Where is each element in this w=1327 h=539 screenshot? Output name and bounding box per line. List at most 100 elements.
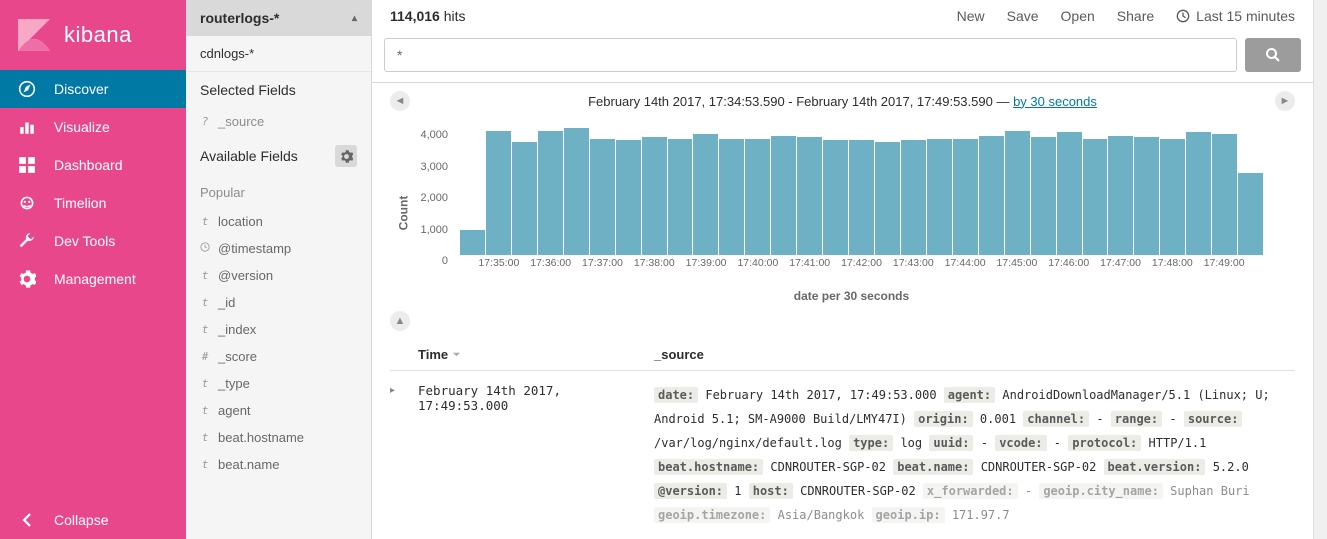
y-tick: 3,000 bbox=[418, 161, 454, 173]
y-tick: 4,000 bbox=[418, 129, 454, 141]
field--timestamp[interactable]: @timestamp bbox=[186, 235, 371, 262]
x-tick: 17:40:00 bbox=[737, 257, 778, 269]
histogram-bar[interactable] bbox=[693, 134, 718, 255]
histogram-bar[interactable] bbox=[1134, 137, 1159, 255]
field-_type[interactable]: t_type bbox=[186, 370, 371, 397]
nav-item-dashboard[interactable]: Dashboard bbox=[0, 146, 186, 184]
index-pattern-label: routerlogs-* bbox=[200, 10, 279, 26]
field-_score[interactable]: #_score bbox=[186, 343, 371, 370]
nav-item-discover[interactable]: Discover bbox=[0, 70, 186, 108]
field-_source[interactable]: ?_source bbox=[186, 108, 371, 135]
index-pattern-select[interactable]: routerlogs-* ▴ bbox=[186, 0, 371, 36]
nav-item-timelion[interactable]: Timelion bbox=[0, 184, 186, 222]
interval-link[interactable]: by 30 seconds bbox=[1013, 94, 1097, 109]
x-tick: 17:49:00 bbox=[1204, 257, 1245, 269]
y-axis-label: Count bbox=[396, 196, 410, 231]
histogram-bar[interactable] bbox=[771, 136, 796, 255]
table-row: ▸February 14th 2017, 17:49:53.000date: F… bbox=[390, 371, 1295, 539]
collapse-label: Collapse bbox=[54, 512, 108, 528]
open-button[interactable]: Open bbox=[1061, 8, 1095, 24]
wrench-icon bbox=[18, 232, 36, 250]
new-button[interactable]: New bbox=[957, 8, 985, 24]
histogram-bar[interactable] bbox=[1160, 139, 1185, 255]
histogram-bar[interactable] bbox=[901, 140, 926, 255]
histogram-bar[interactable] bbox=[590, 139, 615, 255]
gear-icon bbox=[340, 150, 353, 163]
nav-item-dev-tools[interactable]: Dev Tools bbox=[0, 222, 186, 260]
histogram-bar[interactable] bbox=[849, 140, 874, 255]
histogram-bar[interactable] bbox=[745, 139, 770, 255]
page-prev[interactable]: ◄ bbox=[390, 91, 410, 111]
field-_index[interactable]: t_index bbox=[186, 316, 371, 343]
histogram-bar[interactable] bbox=[486, 131, 511, 255]
compass-icon bbox=[18, 80, 36, 98]
hits-count: 114,016 hits bbox=[390, 8, 466, 24]
x-tick: 17:43:00 bbox=[893, 257, 934, 269]
histogram-bar[interactable] bbox=[875, 142, 900, 255]
x-tick: 17:48:00 bbox=[1152, 257, 1193, 269]
histogram-wrap: Count 0 1,000 2,000 3,000 4,000 17:35:00 17:3… bbox=[372, 119, 1313, 307]
histogram-bar[interactable] bbox=[979, 136, 1004, 255]
y-tick: 0 bbox=[418, 255, 454, 267]
histogram-bar[interactable] bbox=[797, 137, 822, 255]
field-_id[interactable]: t_id bbox=[186, 289, 371, 316]
histogram-bar[interactable] bbox=[1057, 132, 1082, 255]
y-tick: 2,000 bbox=[418, 192, 454, 204]
histogram-bar[interactable] bbox=[538, 131, 563, 255]
histogram-bar[interactable] bbox=[1186, 132, 1211, 255]
search-button[interactable] bbox=[1245, 38, 1301, 72]
timelion-icon bbox=[18, 194, 36, 212]
barchart-icon bbox=[18, 118, 36, 136]
histogram-chart[interactable]: 01,0002,0003,0004,000 17:35:0017:36:0017… bbox=[418, 119, 1285, 269]
histogram-bar[interactable] bbox=[719, 139, 744, 255]
topbar: 114,016 hits New Save Open Share Last 15 mi… bbox=[372, 0, 1313, 32]
field-beat-name[interactable]: tbeat.name bbox=[186, 451, 371, 478]
column-time[interactable]: Time bbox=[418, 347, 654, 362]
x-tick: 17:47:00 bbox=[1100, 257, 1141, 269]
histogram-bar[interactable] bbox=[953, 139, 978, 255]
scrollbar[interactable] bbox=[1313, 0, 1327, 539]
nav-item-visualize[interactable]: Visualize bbox=[0, 108, 186, 146]
field-location[interactable]: tlocation bbox=[186, 208, 371, 235]
histogram-bar[interactable] bbox=[642, 137, 667, 255]
histogram-bar[interactable] bbox=[823, 140, 848, 255]
search-bar bbox=[372, 32, 1313, 83]
histogram-bar[interactable] bbox=[1083, 139, 1108, 255]
histogram-bar[interactable] bbox=[564, 128, 589, 255]
logo[interactable]: kibana bbox=[0, 0, 186, 70]
histogram-bar[interactable] bbox=[1005, 131, 1030, 255]
histogram-bar[interactable] bbox=[1238, 173, 1263, 255]
sort-desc-icon bbox=[452, 350, 461, 359]
save-button[interactable]: Save bbox=[1007, 8, 1039, 24]
expand-row[interactable]: ▸ bbox=[390, 383, 418, 527]
field-agent[interactable]: tagent bbox=[186, 397, 371, 424]
share-button[interactable]: Share bbox=[1117, 8, 1154, 24]
field-filter-button[interactable] bbox=[335, 145, 357, 167]
histogram-bar[interactable] bbox=[668, 139, 693, 255]
histogram-bar[interactable] bbox=[927, 139, 952, 255]
x-tick: 17:35:00 bbox=[478, 257, 519, 269]
histogram-bar[interactable] bbox=[512, 142, 537, 255]
field-beat-hostname[interactable]: tbeat.hostname bbox=[186, 424, 371, 451]
index-pattern-option[interactable]: cdnlogs-* bbox=[186, 36, 371, 72]
popular-label: Popular bbox=[186, 177, 371, 208]
histogram-bar[interactable] bbox=[1108, 136, 1133, 255]
clock-icon bbox=[200, 242, 210, 255]
date-range-text: February 14th 2017, 17:34:53.590 - Febru… bbox=[588, 94, 1013, 109]
collapse-nav[interactable]: Collapse bbox=[0, 501, 186, 539]
scroll-to-top[interactable]: ▲ bbox=[390, 311, 410, 331]
query-input[interactable] bbox=[384, 38, 1237, 72]
dashboard-icon bbox=[18, 156, 36, 174]
time-picker[interactable]: Last 15 minutes bbox=[1176, 8, 1295, 24]
y-tick: 1,000 bbox=[418, 224, 454, 236]
column-source[interactable]: _source bbox=[654, 347, 1295, 362]
x-tick: 17:38:00 bbox=[634, 257, 675, 269]
histogram-bar[interactable] bbox=[1031, 137, 1056, 255]
field--version[interactable]: t@version bbox=[186, 262, 371, 289]
histogram-bar[interactable] bbox=[1212, 134, 1237, 255]
page-next[interactable]: ► bbox=[1275, 91, 1295, 111]
nav-item-management[interactable]: Management bbox=[0, 260, 186, 298]
histogram-bar[interactable] bbox=[616, 140, 641, 255]
histogram-bar[interactable] bbox=[460, 230, 485, 255]
x-tick: 17:44:00 bbox=[945, 257, 986, 269]
